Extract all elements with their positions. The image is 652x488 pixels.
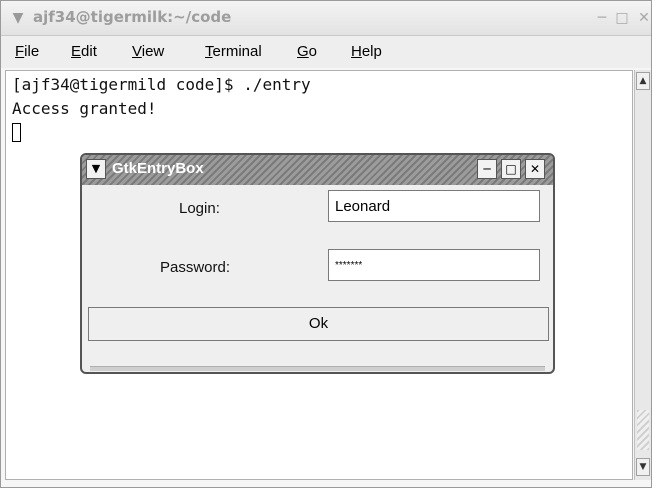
menu-edit[interactable]: Edit	[71, 43, 97, 60]
dialog-titlebar[interactable]: ▼ GtkEntryBox ─ □ ✕	[82, 155, 553, 185]
menu-help-mnemonic: H	[351, 43, 362, 60]
arrow-up-icon[interactable]: ▲	[636, 72, 650, 90]
menu-bar: File Edit View Terminal Go Help	[1, 36, 651, 68]
entry-dialog: ▼ GtkEntryBox ─ □ ✕ Login: Password: Ok	[80, 153, 555, 374]
chevron-down-icon[interactable]: ▼	[9, 9, 27, 27]
password-label: Password:	[160, 259, 231, 276]
dialog-status-strip	[90, 366, 545, 371]
window-title: ajf34@tigermilk:~/code	[33, 8, 232, 26]
menu-help[interactable]: Help	[351, 43, 382, 60]
terminal-line: [ajf34@tigermild code]$ ./entry	[12, 75, 311, 94]
menu-edit-mnemonic: E	[71, 43, 82, 60]
minimize-icon[interactable]: ─	[593, 9, 611, 27]
scrollbar-grip[interactable]	[637, 410, 649, 450]
menu-view-mnemonic: V	[132, 43, 142, 60]
menu-view-label: iew	[141, 43, 165, 60]
menu-file-mnemonic: F	[15, 43, 25, 60]
ok-button[interactable]: Ok	[88, 307, 549, 341]
dialog-bottom-frame	[82, 345, 553, 372]
maximize-icon[interactable]: □	[613, 9, 631, 27]
vertical-scrollbar[interactable]: ▲ ▼	[634, 70, 651, 480]
chevron-down-icon[interactable]: ▼	[86, 159, 106, 179]
login-label: Login:	[179, 200, 220, 217]
login-field[interactable]	[328, 190, 540, 222]
close-icon[interactable]: ✕	[635, 9, 652, 27]
terminal-titlebar[interactable]: ▼ ajf34@tigermilk:~/code ─ □ ✕	[1, 1, 651, 36]
text-cursor	[12, 123, 21, 142]
menu-file[interactable]: File	[15, 43, 39, 60]
maximize-icon[interactable]: □	[501, 159, 521, 179]
menu-file-label: ile	[24, 43, 40, 60]
arrow-down-icon[interactable]: ▼	[636, 458, 650, 476]
menu-terminal-mnemonic: T	[205, 43, 213, 60]
menu-edit-label: dit	[81, 43, 97, 60]
menu-help-label: elp	[361, 43, 382, 60]
menu-view[interactable]: View	[132, 43, 164, 60]
menu-go[interactable]: Go	[297, 43, 317, 60]
minimize-icon[interactable]: ─	[477, 159, 497, 179]
menu-terminal-label: erminal	[212, 43, 262, 60]
menu-terminal[interactable]: Terminal	[205, 43, 262, 60]
terminal-text: [ajf34@tigermild code]$ ./entry Access g…	[12, 73, 311, 145]
password-field[interactable]	[328, 249, 540, 281]
close-icon[interactable]: ✕	[525, 159, 545, 179]
menu-go-mnemonic: G	[297, 43, 309, 60]
menu-go-label: o	[308, 43, 318, 60]
terminal-line: Access granted!	[12, 99, 157, 118]
dialog-title: GtkEntryBox	[112, 160, 204, 177]
